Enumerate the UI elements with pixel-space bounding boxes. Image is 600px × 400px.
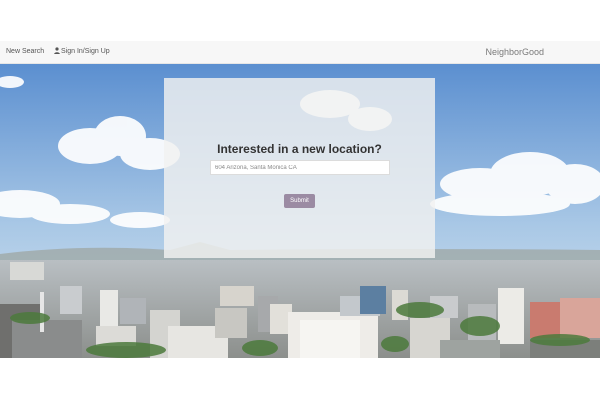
- location-search-input[interactable]: [210, 160, 390, 175]
- submit-button[interactable]: Submit: [284, 194, 315, 208]
- search-panel: Interested in a new location? Submit: [164, 78, 435, 258]
- search-heading: Interested in a new location?: [217, 142, 382, 156]
- page: New Search Sign In/Sign Up NeighborGood: [0, 0, 600, 400]
- user-icon: [54, 47, 60, 54]
- top-navbar: New Search Sign In/Sign Up NeighborGood: [0, 41, 600, 64]
- new-search-link[interactable]: New Search: [6, 47, 44, 57]
- brand-logo[interactable]: NeighborGood: [485, 46, 544, 58]
- signin-signup-label: Sign In/Sign Up: [61, 48, 110, 55]
- signin-signup-link[interactable]: Sign In/Sign Up: [54, 47, 110, 57]
